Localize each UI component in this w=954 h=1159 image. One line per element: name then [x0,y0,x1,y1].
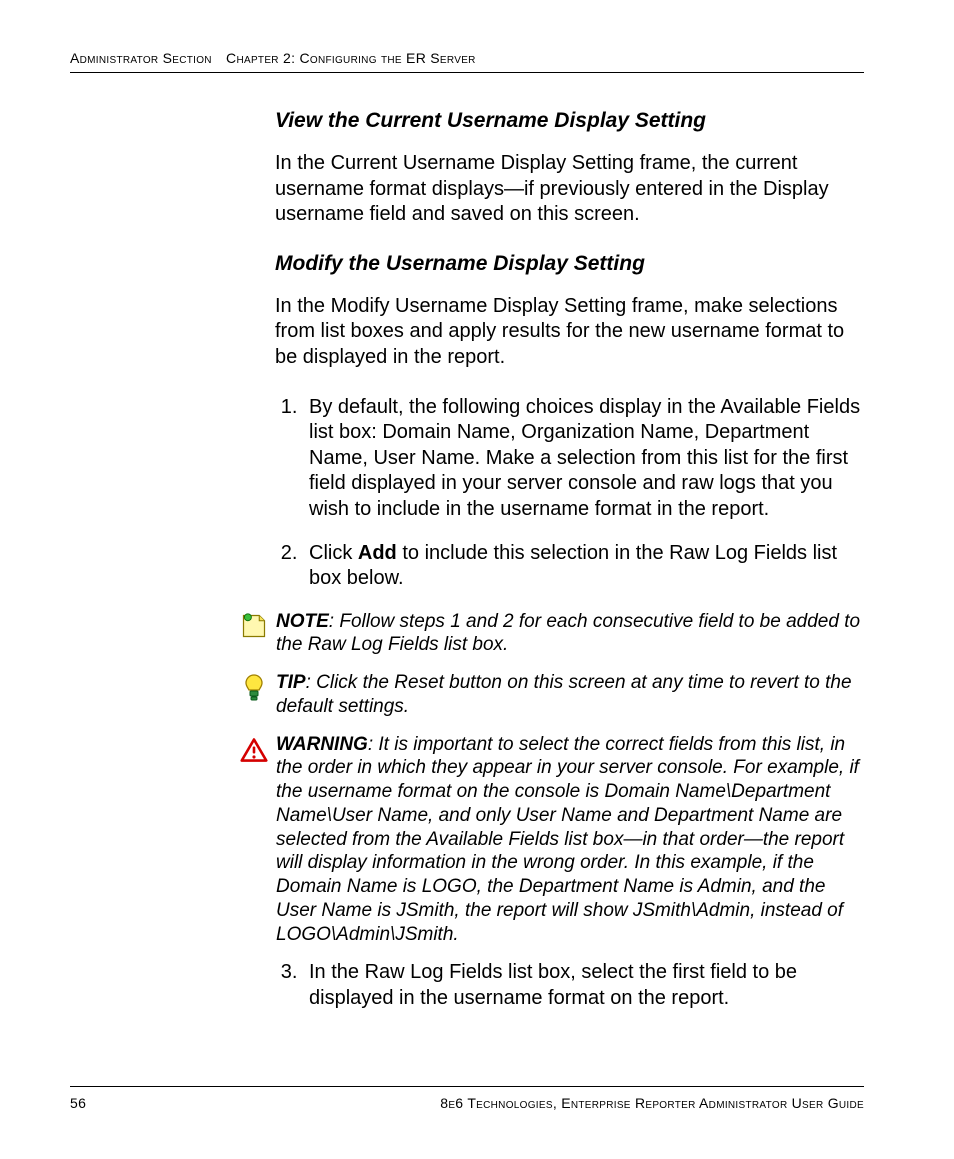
footer-line: 8e6 Technologies, Enterprise Reporter Ad… [440,1095,864,1111]
running-header: Administrator Section Chapter 2: Configu… [70,50,864,73]
header-section: Administrator Section [70,50,212,66]
tip-icon [240,673,270,703]
step-3: In the Raw Log Fields list box, select t… [303,960,864,1011]
step-2-pre: Click [309,542,358,564]
step-2-bold: Add [358,542,397,564]
warning-icon [240,735,270,763]
callout-tip: TIP: Click the Reset button on this scre… [240,671,864,719]
heading-view-setting: View the Current Username Display Settin… [275,109,864,133]
warning-body: : It is important to select the correct … [276,734,859,945]
header-chapter: Chapter 2: Configuring the ER Server [226,50,476,66]
warning-text: WARNING: It is important to select the c… [276,733,864,947]
callout-warning: WARNING: It is important to select the c… [240,733,864,947]
para-view-setting: In the Current Username Display Setting … [275,151,864,228]
note-body: : Follow steps 1 and 2 for each consecut… [276,611,860,656]
step-1: By default, the following choices displa… [303,395,864,523]
para-modify-intro: In the Modify Username Display Setting f… [275,294,864,371]
note-icon [240,612,270,640]
note-text: NOTE: Follow steps 1 and 2 for each cons… [276,610,864,658]
heading-modify-setting: Modify the Username Display Setting [275,252,864,276]
tip-lead: TIP [276,672,306,693]
tip-text: TIP: Click the Reset button on this scre… [276,671,864,719]
step-2: Click Add to include this selection in t… [303,541,864,592]
callout-note: NOTE: Follow steps 1 and 2 for each cons… [240,610,864,658]
warning-lead: WARNING [276,734,368,755]
page-footer: 56 8e6 Technologies, Enterprise Reporter… [70,1086,864,1111]
page-number: 56 [70,1095,86,1111]
note-lead: NOTE [276,611,329,632]
tip-body: : Click the Reset button on this screen … [276,672,852,717]
